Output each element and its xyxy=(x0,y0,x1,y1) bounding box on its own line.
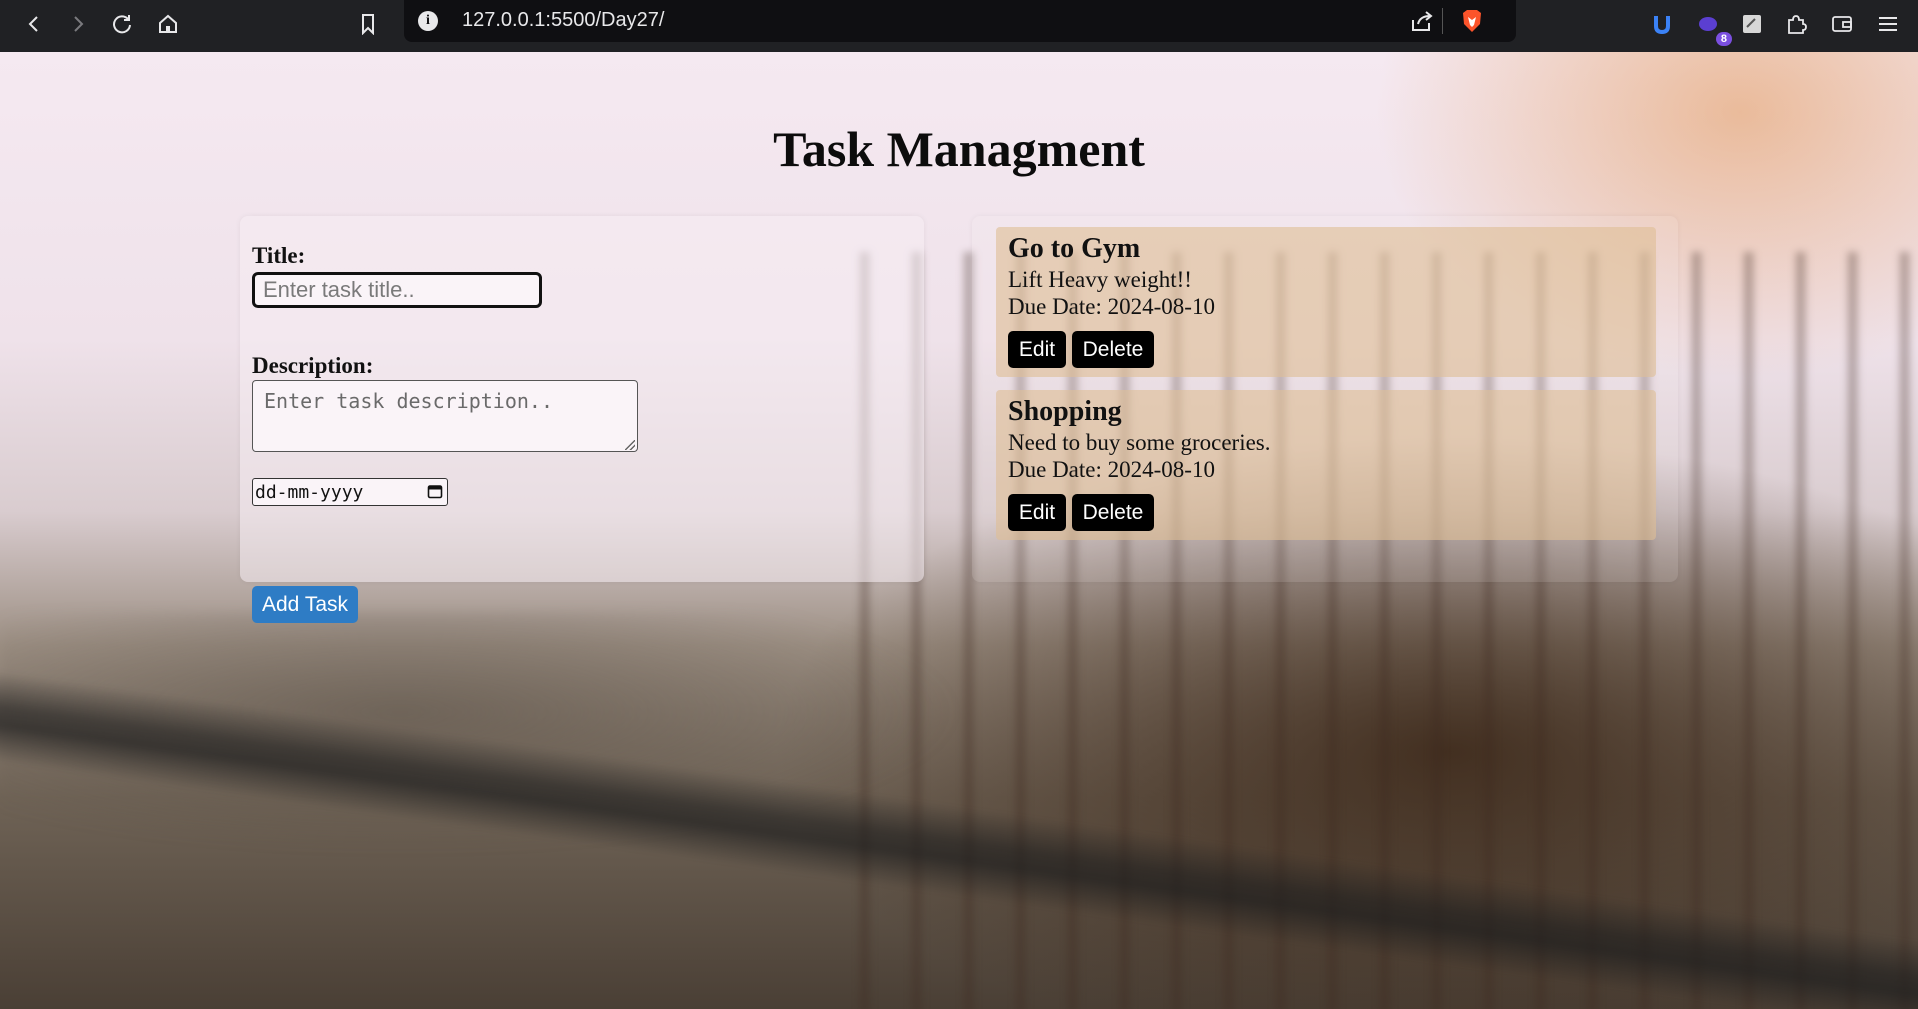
hamburger-menu-icon xyxy=(1879,17,1897,31)
task-due-date: Due Date: 2024-08-10 xyxy=(1008,294,1215,319)
extension-notes-icon xyxy=(1743,15,1761,33)
brave-lion-icon xyxy=(1463,10,1481,32)
reload-button[interactable] xyxy=(104,6,140,42)
share-icon xyxy=(1412,11,1433,31)
main-menu-button[interactable] xyxy=(1870,6,1906,42)
delete-button[interactable]: Delete xyxy=(1072,331,1154,368)
share-button[interactable] xyxy=(1404,3,1440,39)
extension-button-1[interactable] xyxy=(1644,6,1680,42)
chevron-right-icon xyxy=(74,16,84,32)
title-input[interactable] xyxy=(252,272,542,308)
extension-button-2[interactable]: 8 xyxy=(1690,6,1732,46)
task-card: Shopping Need to buy some groceries. Due… xyxy=(996,390,1656,540)
brave-shields-button[interactable] xyxy=(1454,3,1490,39)
url-text: 127.0.0.1:5500/Day27/ xyxy=(462,9,665,31)
puzzle-icon xyxy=(1788,15,1807,34)
task-title: Go to Gym xyxy=(1008,233,1141,264)
date-placeholder: dd-mm-yyyy xyxy=(255,482,364,503)
page-viewport: Task Managment Title: Description: dd-mm… xyxy=(0,52,1918,1009)
back-button[interactable] xyxy=(16,6,52,42)
task-form: Title: Description: dd-mm-yyyy Add Task xyxy=(240,216,924,623)
delete-button[interactable]: Delete xyxy=(1072,494,1154,531)
address-bar[interactable]: i 127.0.0.1:5500/Day27/ xyxy=(404,0,1516,42)
task-description: Lift Heavy weight!! xyxy=(1008,267,1192,292)
extensions-menu-button[interactable] xyxy=(1778,6,1814,42)
browser-toolbar: i 127.0.0.1:5500/Day27/ 8 xyxy=(0,0,1918,52)
wallet-button[interactable] xyxy=(1824,6,1860,42)
due-date-input[interactable]: dd-mm-yyyy xyxy=(252,478,448,506)
extension-badge: 8 xyxy=(1715,32,1732,46)
extension-button-3[interactable] xyxy=(1734,6,1770,42)
description-label: Description: xyxy=(252,353,374,378)
bookmark-icon xyxy=(362,14,374,35)
bookmark-button[interactable] xyxy=(350,6,386,42)
extension-cloud-icon xyxy=(1699,17,1717,31)
resize-handle[interactable] xyxy=(625,440,635,450)
wallet-icon xyxy=(1832,16,1852,32)
task-description: Need to buy some groceries. xyxy=(1008,430,1271,455)
divider xyxy=(1442,8,1443,34)
home-icon xyxy=(159,14,177,33)
description-input[interactable] xyxy=(252,380,638,452)
site-info-icon[interactable]: i xyxy=(418,11,438,31)
task-list: Go to Gym Lift Heavy weight!! Due Date: … xyxy=(972,216,1678,582)
task-card: Go to Gym Lift Heavy weight!! Due Date: … xyxy=(996,227,1656,377)
task-title: Shopping xyxy=(1008,396,1122,427)
page-title: Task Managment xyxy=(773,121,1145,177)
chevron-left-icon xyxy=(28,16,38,32)
calendar-icon[interactable] xyxy=(427,483,443,499)
reload-icon xyxy=(113,15,131,34)
add-task-button[interactable]: Add Task xyxy=(252,586,358,623)
title-label: Title: xyxy=(252,243,306,268)
forward-button[interactable] xyxy=(60,6,96,42)
edit-button[interactable]: Edit xyxy=(1008,331,1066,368)
extension-u-icon xyxy=(1654,16,1670,35)
home-button[interactable] xyxy=(150,6,186,42)
task-due-date: Due Date: 2024-08-10 xyxy=(1008,457,1215,482)
edit-button[interactable]: Edit xyxy=(1008,494,1066,531)
